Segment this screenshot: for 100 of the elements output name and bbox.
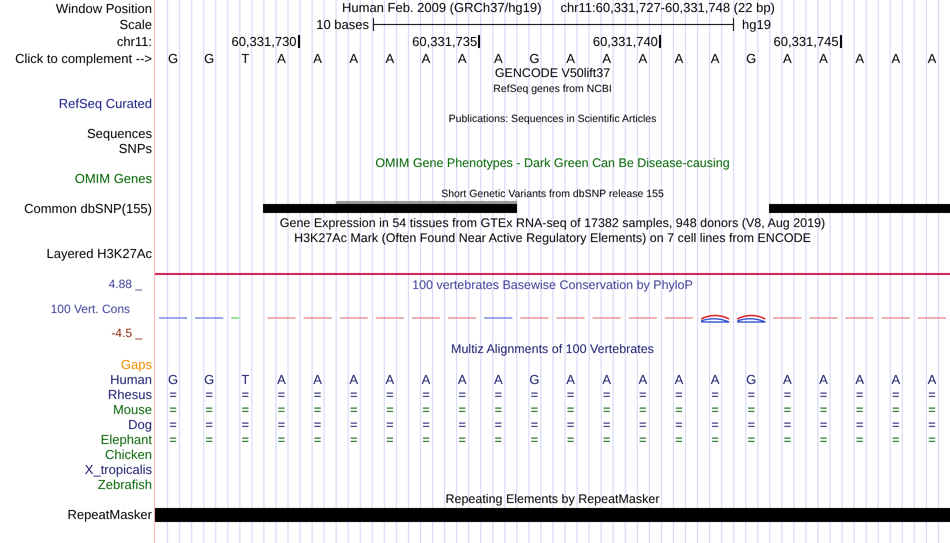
aligned-base: A xyxy=(386,372,394,387)
aligned-base: = xyxy=(530,432,538,447)
track-label[interactable]: Click to complement --> xyxy=(15,50,152,66)
aligned-base: = xyxy=(675,417,683,432)
aligned-base: = xyxy=(386,402,394,417)
aligned-base: = xyxy=(566,387,574,402)
aligned-base: = xyxy=(530,417,538,432)
track-label[interactable]: Rhesus xyxy=(108,387,152,402)
aligned-base: = xyxy=(242,432,250,447)
track-label[interactable]: Layered H3K27Ac xyxy=(46,246,152,261)
aligned-base: = xyxy=(314,417,322,432)
track-title: Repeating Elements by RepeatMasker xyxy=(445,492,660,507)
aligned-base: = xyxy=(205,417,213,432)
track-label[interactable]: RefSeq Curated xyxy=(58,96,152,111)
track-label[interactable]: Chicken xyxy=(105,447,152,462)
base-letter: A xyxy=(710,50,720,66)
aligned-base: = xyxy=(892,402,900,417)
base-letter: A xyxy=(349,50,358,66)
track-title: RefSeq genes from NCBI xyxy=(493,83,612,96)
aligned-base: = xyxy=(314,387,322,402)
track-label[interactable]: Zebrafish xyxy=(98,477,152,492)
aligned-base: = xyxy=(242,387,250,402)
aligned-base: = xyxy=(747,387,756,402)
aligned-base: = xyxy=(820,417,828,432)
base-letter: G xyxy=(529,50,540,66)
aligned-base: = xyxy=(458,387,466,402)
scale-length: 10 bases xyxy=(315,16,369,34)
aligned-base: = xyxy=(711,432,719,447)
aligned-base: A xyxy=(602,372,612,387)
aligned-base: = xyxy=(820,387,828,402)
aligned-base: = xyxy=(386,387,394,402)
track-label[interactable]: SNPs xyxy=(118,141,152,156)
base-letter: G xyxy=(746,50,756,66)
base-letter: G xyxy=(204,50,214,66)
aligned-base: = xyxy=(639,402,647,417)
aligned-base: = xyxy=(675,402,683,417)
assembly-label: hg19 xyxy=(742,16,771,34)
aligned-base: = xyxy=(784,387,792,402)
aligned-base: = xyxy=(602,432,610,447)
aligned-base: = xyxy=(675,432,683,447)
track-label[interactable]: Sequences xyxy=(86,126,152,141)
aligned-base: = xyxy=(856,417,864,432)
track-label[interactable]: Dog xyxy=(128,417,152,432)
aligned-base: = xyxy=(784,402,792,417)
track-label[interactable]: Human xyxy=(110,372,152,387)
aligned-base: = xyxy=(711,417,719,432)
coordinate-tick: 60,331,730 xyxy=(231,35,300,48)
axis-max-label: 4.88 _ xyxy=(108,277,144,292)
aligned-base: = xyxy=(928,387,936,402)
track-label[interactable]: X_tropicalis xyxy=(84,462,152,477)
aligned-base: = xyxy=(928,432,936,447)
coordinate-tick: 60,331,745 xyxy=(774,35,842,48)
aligned-base: A xyxy=(566,372,575,387)
base-letter: A xyxy=(458,50,466,66)
base-letter: A xyxy=(386,50,394,66)
base-letter: A xyxy=(602,50,612,66)
track-label: Scale xyxy=(119,17,152,32)
aligned-base: = xyxy=(711,387,719,402)
aligned-base: = xyxy=(892,432,900,447)
aligned-base: = xyxy=(494,387,502,402)
track-label[interactable]: Elephant xyxy=(100,432,152,447)
track-label[interactable]: RepeatMasker xyxy=(67,507,152,522)
aligned-base: A xyxy=(638,372,648,387)
aligned-base: = xyxy=(820,402,828,417)
aligned-base: = xyxy=(856,402,864,417)
aligned-base: = xyxy=(278,417,286,432)
aligned-base: = xyxy=(386,432,394,447)
aligned-base: = xyxy=(530,402,538,417)
aligned-base: = xyxy=(205,432,213,447)
aligned-base: = xyxy=(278,432,286,447)
aligned-base: = xyxy=(602,417,610,432)
track-label: chr11: xyxy=(116,34,152,49)
aligned-base: = xyxy=(747,432,756,447)
aligned-base: = xyxy=(278,402,286,417)
aligned-base: = xyxy=(566,402,574,417)
aligned-base: = xyxy=(639,387,647,402)
aligned-base: T xyxy=(241,372,250,387)
track-label[interactable]: OMIM Genes xyxy=(74,171,152,186)
base-letter: A xyxy=(494,50,503,66)
aligned-base: = xyxy=(856,387,864,402)
aligned-base: = xyxy=(169,432,177,447)
track-title: 100 vertebrates Basewise Conservation by PhyloP xyxy=(412,278,693,293)
track-label[interactable]: 100 Vert. Cons xyxy=(50,302,152,316)
aligned-base: A xyxy=(494,372,503,387)
aligned-base: = xyxy=(422,402,430,417)
aligned-base: = xyxy=(711,402,719,417)
aligned-base: G xyxy=(168,372,178,387)
aligned-base: = xyxy=(350,402,358,417)
track-label[interactable]: Common dbSNP(155) xyxy=(24,201,152,216)
aligned-base: A xyxy=(422,372,430,387)
aligned-base: = xyxy=(530,387,538,402)
aligned-base: A xyxy=(458,372,466,387)
track-title: Short Genetic Variants from dbSNP release 155 xyxy=(441,188,664,201)
aligned-base: = xyxy=(422,417,430,432)
aligned-base: = xyxy=(566,417,574,432)
aligned-base: = xyxy=(928,402,936,417)
aligned-base: = xyxy=(639,432,647,447)
base-letter: A xyxy=(819,50,828,66)
track-label[interactable]: Mouse xyxy=(112,402,152,417)
base-letter: A xyxy=(674,50,684,66)
